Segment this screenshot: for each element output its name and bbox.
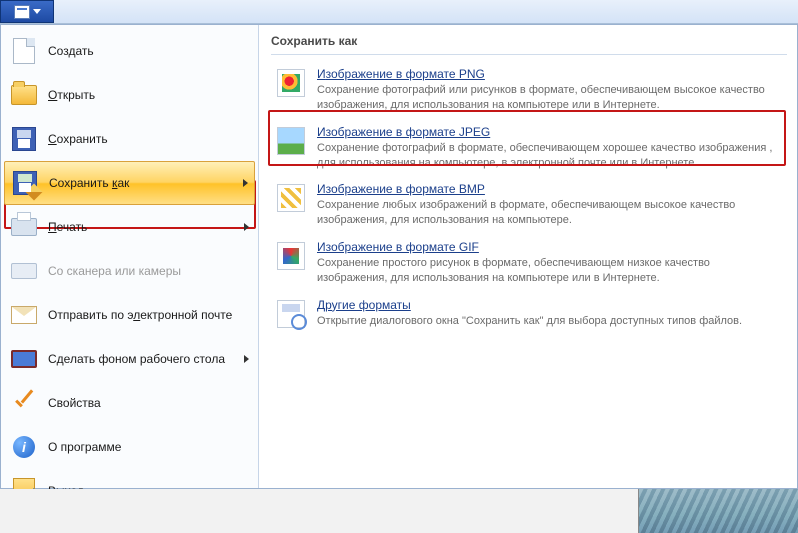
format-item-other[interactable]: Другие форматы Открытие диалогового окна …: [271, 292, 787, 336]
menu-item-label: Сделать фоном рабочего стола: [48, 352, 234, 366]
menu-item-label: Сохранить как: [49, 176, 233, 190]
submenu-arrow-icon: [243, 179, 248, 187]
file-menu: Создать Открыть Сохранить Сохранить как Печа…: [0, 24, 798, 489]
menu-item-label: Печать: [48, 220, 234, 234]
menu-item-label: О программе: [48, 440, 249, 454]
format-title: Изображение в формате BMP: [317, 182, 783, 196]
submenu-arrow-icon: [244, 223, 249, 231]
format-title: Изображение в формате JPEG: [317, 125, 783, 139]
menu-item-label: Отправить по электронной почте: [48, 308, 249, 322]
menu-item-props[interactable]: Свойства: [4, 381, 255, 425]
format-title: Изображение в формате GIF: [317, 240, 783, 254]
printer-icon: [10, 213, 38, 241]
format-title: Другие форматы: [317, 298, 783, 312]
format-desc: Открытие диалогового окна "Сохранить как…: [317, 314, 783, 329]
mail-icon: [10, 301, 38, 329]
format-title: Изображение в формате PNG: [317, 67, 783, 81]
menu-item-label: Создать: [48, 44, 249, 58]
texture-preview: [638, 489, 798, 533]
menu-item-create[interactable]: Создать: [4, 29, 255, 73]
ribbon-bar: [0, 0, 798, 24]
check-icon: [10, 389, 38, 417]
format-item-gif[interactable]: Изображение в формате GIF Сохранение прос…: [271, 234, 787, 292]
menu-item-saveas[interactable]: Сохранить как: [4, 161, 255, 205]
floppy-pen-icon: [11, 169, 39, 197]
app-menu-button[interactable]: [0, 0, 54, 23]
other-format-icon: [275, 298, 307, 330]
format-item-png[interactable]: Изображение в формате PNG Сохранение фото…: [271, 61, 787, 119]
submenu-title: Сохранить как: [271, 31, 787, 55]
menu-item-about[interactable]: i О программе: [4, 425, 255, 469]
saveas-submenu: Сохранить как Изображение в формате PNG С…: [259, 25, 797, 488]
bmp-format-icon: [275, 182, 307, 214]
menu-item-wallpaper[interactable]: Сделать фоном рабочего стола: [4, 337, 255, 381]
gif-format-icon: [275, 240, 307, 272]
sheet-icon: [10, 37, 38, 65]
menu-item-email[interactable]: Отправить по электронной почте: [4, 293, 255, 337]
taskbar-strip: [0, 489, 798, 533]
file-menu-left: Создать Открыть Сохранить Сохранить как Печа…: [1, 25, 259, 488]
format-desc: Сохранение простого рисунок в формате, о…: [317, 256, 783, 286]
floppy-icon: [10, 125, 38, 153]
scanner-icon: [10, 257, 38, 285]
menu-item-save[interactable]: Сохранить: [4, 117, 255, 161]
menu-item-label: Со сканера или камеры: [48, 264, 249, 278]
dropdown-caret-icon: [33, 9, 41, 14]
menu-item-open[interactable]: Открыть: [4, 73, 255, 117]
info-icon: i: [10, 433, 38, 461]
format-desc: Сохранение фотографий или рисунков в фор…: [317, 83, 783, 113]
menu-item-label: Открыть: [48, 88, 249, 102]
format-item-jpeg[interactable]: Изображение в формате JPEG Сохранение фот…: [271, 119, 787, 177]
format-item-bmp[interactable]: Изображение в формате BMP Сохранение любы…: [271, 176, 787, 234]
menu-item-scanner: Со сканера или камеры: [4, 249, 255, 293]
app-doc-icon: [14, 5, 30, 19]
menu-item-label: Сохранить: [48, 132, 249, 146]
menu-item-print[interactable]: Печать: [4, 205, 255, 249]
format-desc: Сохранение фотографий в формате, обеспеч…: [317, 141, 783, 171]
folder-icon: [10, 81, 38, 109]
menu-item-label: Свойства: [48, 396, 249, 410]
jpeg-format-icon: [275, 125, 307, 157]
png-format-icon: [275, 67, 307, 99]
desktop-icon: [10, 345, 38, 373]
format-desc: Сохранение любых изображений в формате, …: [317, 198, 783, 228]
submenu-arrow-icon: [244, 355, 249, 363]
